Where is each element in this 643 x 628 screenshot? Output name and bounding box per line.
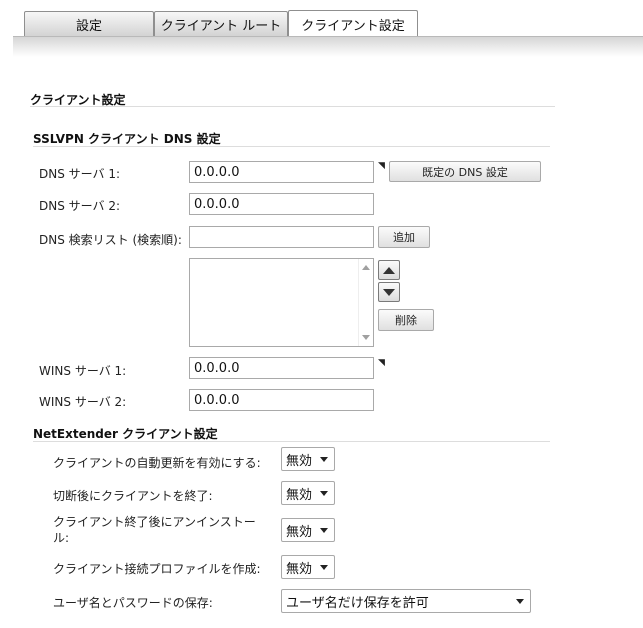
button-label: 追加 (393, 231, 415, 244)
tab-client-settings[interactable]: クライアント設定 (288, 10, 418, 37)
wins-server-1-input[interactable] (189, 357, 374, 379)
tab-label: クライアント設定 (301, 18, 405, 34)
save-credentials-select[interactable]: ユーザ名だけ保存を許可 (281, 589, 531, 613)
page-title-divider (30, 106, 555, 107)
chevron-down-icon (516, 599, 524, 604)
tab-settings[interactable]: 設定 (24, 11, 154, 36)
select-value: ユーザ名だけ保存を許可 (286, 595, 429, 611)
wins-server-1-label: WINS サーバ 1: (39, 364, 127, 378)
chevron-down-icon (320, 457, 328, 462)
exit-after-disconnect-label: 切断後にクライアントを終了: (53, 489, 213, 503)
tab-label: 設定 (75, 18, 102, 34)
uninstall-after-exit-select[interactable]: 無効 (281, 518, 335, 542)
select-value: 無効 (286, 524, 313, 540)
move-down-button[interactable] (378, 282, 400, 302)
default-dns-settings-button[interactable]: 既定の DNS 設定 (389, 161, 541, 182)
select-value: 無効 (286, 453, 313, 469)
add-button[interactable]: 追加 (378, 226, 430, 248)
button-label: 削除 (395, 314, 417, 327)
select-value: 無効 (286, 561, 313, 577)
save-credentials-label: ユーザ名とパスワードの保存: (53, 596, 213, 610)
netextender-section-divider (33, 441, 550, 442)
tab-label: クライアント ルート (160, 18, 282, 34)
required-mark: ◥ (378, 161, 385, 171)
netextender-section-title: NetExtender クライアント設定 (33, 427, 218, 441)
wins-server-2-label: WINS サーバ 2: (39, 395, 127, 409)
chevron-down-icon (320, 491, 328, 496)
dns-search-list-label: DNS 検索リスト (検索順): (39, 233, 182, 247)
wins-server-2-input[interactable] (189, 389, 374, 411)
dns-search-listbox[interactable] (189, 258, 374, 347)
create-profile-select[interactable]: 無効 (281, 555, 335, 579)
dns-section-title: SSLVPN クライアント DNS 設定 (33, 132, 221, 146)
exit-after-disconnect-select[interactable]: 無効 (281, 481, 335, 505)
dns-section-divider (33, 146, 550, 147)
tab-client-routes[interactable]: クライアント ルート (154, 11, 288, 36)
tab-bar-shadow (13, 37, 643, 57)
listbox-scrollbar[interactable] (358, 259, 373, 346)
arrow-up-icon (383, 266, 395, 274)
dns-search-list-input[interactable] (189, 226, 374, 248)
dns-server-2-label: DNS サーバ 2: (39, 199, 121, 213)
arrow-down-icon (383, 288, 395, 296)
create-profile-label: クライアント接続プロファイルを作成: (53, 562, 261, 576)
dns-server-1-label: DNS サーバ 1: (39, 167, 121, 181)
scroll-up-icon[interactable] (362, 265, 370, 270)
uninstall-after-exit-label: クライアント終了後にアンインストール: (53, 515, 256, 545)
select-value: 無効 (286, 487, 313, 503)
auto-update-label: クライアントの自動更新を有効にする: (53, 456, 261, 470)
button-label: 既定の DNS 設定 (422, 165, 508, 179)
chevron-down-icon (320, 528, 328, 533)
move-up-button[interactable] (378, 260, 400, 280)
required-mark: ◥ (378, 358, 385, 368)
chevron-down-icon (320, 565, 328, 570)
auto-update-select[interactable]: 無効 (281, 447, 335, 471)
delete-button[interactable]: 削除 (378, 309, 434, 331)
scroll-down-icon[interactable] (362, 335, 370, 340)
dns-server-1-input[interactable] (189, 161, 374, 183)
dns-server-2-input[interactable] (189, 193, 374, 215)
